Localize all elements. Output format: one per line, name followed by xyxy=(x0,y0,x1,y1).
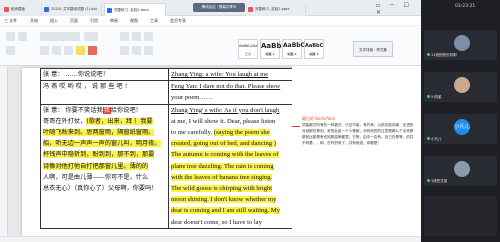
mic-icon xyxy=(427,95,430,98)
tab-bar: 稻壳模板 2020L 艾字翻译试题 (1).doc 完整练习 .实验2.docx… xyxy=(0,0,421,16)
menu-bar: 三 文件 开始 插入 页面 引用 审阅 视图 工具 会员专享 xyxy=(0,16,421,26)
table-row: 冯 燕 哎 哟 哎 ， 说 那 些 吧 ！ Feng Yan: I dare n… xyxy=(40,80,293,105)
align-center-icon[interactable] xyxy=(132,46,141,55)
style-heading-3[interactable]: AaBbC 标题 3 xyxy=(304,39,324,59)
screen-share-bar[interactable]: 腾讯会议 · 屏幕共享中 xyxy=(193,3,245,12)
comment-connector xyxy=(292,126,300,127)
align-left-icon[interactable] xyxy=(120,46,129,55)
tab-ppt[interactable]: 完整练习 .实验2.pptx xyxy=(246,3,306,16)
table-row: 张 薏： 你要不笑话我我给你说吧！ 哥哥在外打仗，(歌者，出来，拜 ）我要 叶随… xyxy=(40,103,293,229)
style-normal[interactable]: AaBbCcDd 正文 xyxy=(238,39,258,59)
numbering-icon[interactable] xyxy=(132,32,141,41)
status-bar xyxy=(0,236,421,242)
participant-tile-empty xyxy=(424,196,497,236)
table-cell-chinese[interactable]: 张 薏： ……你说说吧！ xyxy=(40,67,169,82)
ppt-icon xyxy=(248,7,253,12)
style-set-button[interactable]: 文字排版 · 样式集 xyxy=(353,41,393,57)
avatar xyxy=(454,161,470,177)
comment-author: 最后的 Bellinfaire xyxy=(302,116,336,121)
participant-tile[interactable]: 11班的班长刘明 xyxy=(424,30,497,60)
menu-tools[interactable]: 工具 xyxy=(150,18,158,24)
table-cell-english[interactable]: Zhang Ying: a wife: You laugh at me xyxy=(168,67,293,82)
daoke-icon xyxy=(4,7,9,12)
mic-icon xyxy=(427,53,430,56)
participant-tile[interactable]: 小凡儿 小凡儿 xyxy=(424,114,497,144)
comment-bubble[interactable]: 最后的 Bellinfaire 须曲都式所有的一种被式，只空不能，有开串，以前总… xyxy=(302,116,414,146)
bullets-icon[interactable] xyxy=(120,32,129,41)
mic-icon xyxy=(427,179,430,182)
paste-icon[interactable] xyxy=(6,32,15,41)
format-painter-icon[interactable] xyxy=(6,46,15,55)
menu-file[interactable]: 三 文件 xyxy=(4,18,17,24)
menu-insert[interactable]: 插入 xyxy=(50,18,58,24)
table-row: 张 薏： ……你说说吧！ Zhang Ying: a wife: You lau… xyxy=(40,67,293,82)
menu-review[interactable]: 审阅 xyxy=(110,18,118,24)
italic-icon[interactable] xyxy=(52,46,61,55)
highlight-icon[interactable] xyxy=(76,46,85,55)
screen: 稻壳模板 2020L 艾字翻译试题 (1).doc 完整练习 .实验2.docx… xyxy=(0,0,500,242)
tab-doc-1[interactable]: 2020L 艾字翻译试题 (1).doc xyxy=(42,3,102,16)
table-cell-english[interactable]: Zhang Ying' s wife: As if you don't laug… xyxy=(168,103,293,229)
align-right-icon[interactable] xyxy=(144,46,153,55)
vertical-ruler xyxy=(0,66,8,236)
comment-pane xyxy=(292,66,421,236)
menu-layout[interactable]: 页面 xyxy=(70,18,78,24)
bold-icon[interactable] xyxy=(40,46,49,55)
comment-body: 须曲都式所有的一种被式，只空不能，有开串，以前总能向事，无语的对到那在等到，来的… xyxy=(302,123,414,145)
menu-member[interactable]: 会员专享 xyxy=(170,18,186,24)
table-cell-chinese[interactable]: 张 薏： 你要不笑话我我给你说吧！ 哥哥在外打仗，(歌者，出来，拜 ）我要 叶随… xyxy=(40,103,169,229)
avatar xyxy=(454,77,470,93)
window-controls[interactable]: ▫ ─ ☐ ✕ xyxy=(376,2,421,16)
table-cell-english[interactable]: Feng Yan: I dare not do that. Please sho… xyxy=(168,80,293,105)
comment-anchor[interactable]: 我 xyxy=(102,106,111,114)
word-doc-icon xyxy=(44,7,49,12)
tab-doc-2[interactable]: 完整练习 .实验2.docx xyxy=(104,3,166,16)
avatar xyxy=(454,35,470,51)
style-heading-1[interactable]: AaBb 标题 1 xyxy=(260,39,282,59)
tab-daoke[interactable]: 稻壳模板 xyxy=(2,3,42,16)
underline-icon[interactable] xyxy=(64,46,73,55)
menu-home[interactable]: 开始 xyxy=(30,18,38,24)
avatar: 小凡儿 xyxy=(454,119,470,135)
meeting-timer: 03:23:21 xyxy=(455,4,476,9)
menu-reference[interactable]: 引用 xyxy=(90,18,98,24)
indent-icon[interactable] xyxy=(144,32,153,41)
table-cell-chinese[interactable]: 冯 燕 哎 哟 哎 ， 说 那 些 吧 ！ xyxy=(40,80,169,105)
participant-tile[interactable]: 1班任文英 xyxy=(424,156,497,186)
style-heading-2[interactable]: AaBbC 标题 2 xyxy=(282,39,305,59)
document-page[interactable]: 张 薏： ……你说说吧！ Zhang Ying: a wife: You lau… xyxy=(22,67,293,238)
font-color-icon[interactable] xyxy=(88,46,97,55)
translation-table: 张 薏： ……你说说吧！ Zhang Ying: a wife: You lau… xyxy=(40,67,293,229)
menu-view[interactable]: 视图 xyxy=(130,18,138,24)
participant-tile[interactable]: 5·的某 xyxy=(424,72,497,102)
font-size-select[interactable] xyxy=(84,32,98,41)
font-family-select[interactable] xyxy=(40,32,80,41)
cut-icon[interactable] xyxy=(18,32,27,41)
mic-icon xyxy=(427,137,430,140)
word-doc-icon xyxy=(107,8,112,13)
